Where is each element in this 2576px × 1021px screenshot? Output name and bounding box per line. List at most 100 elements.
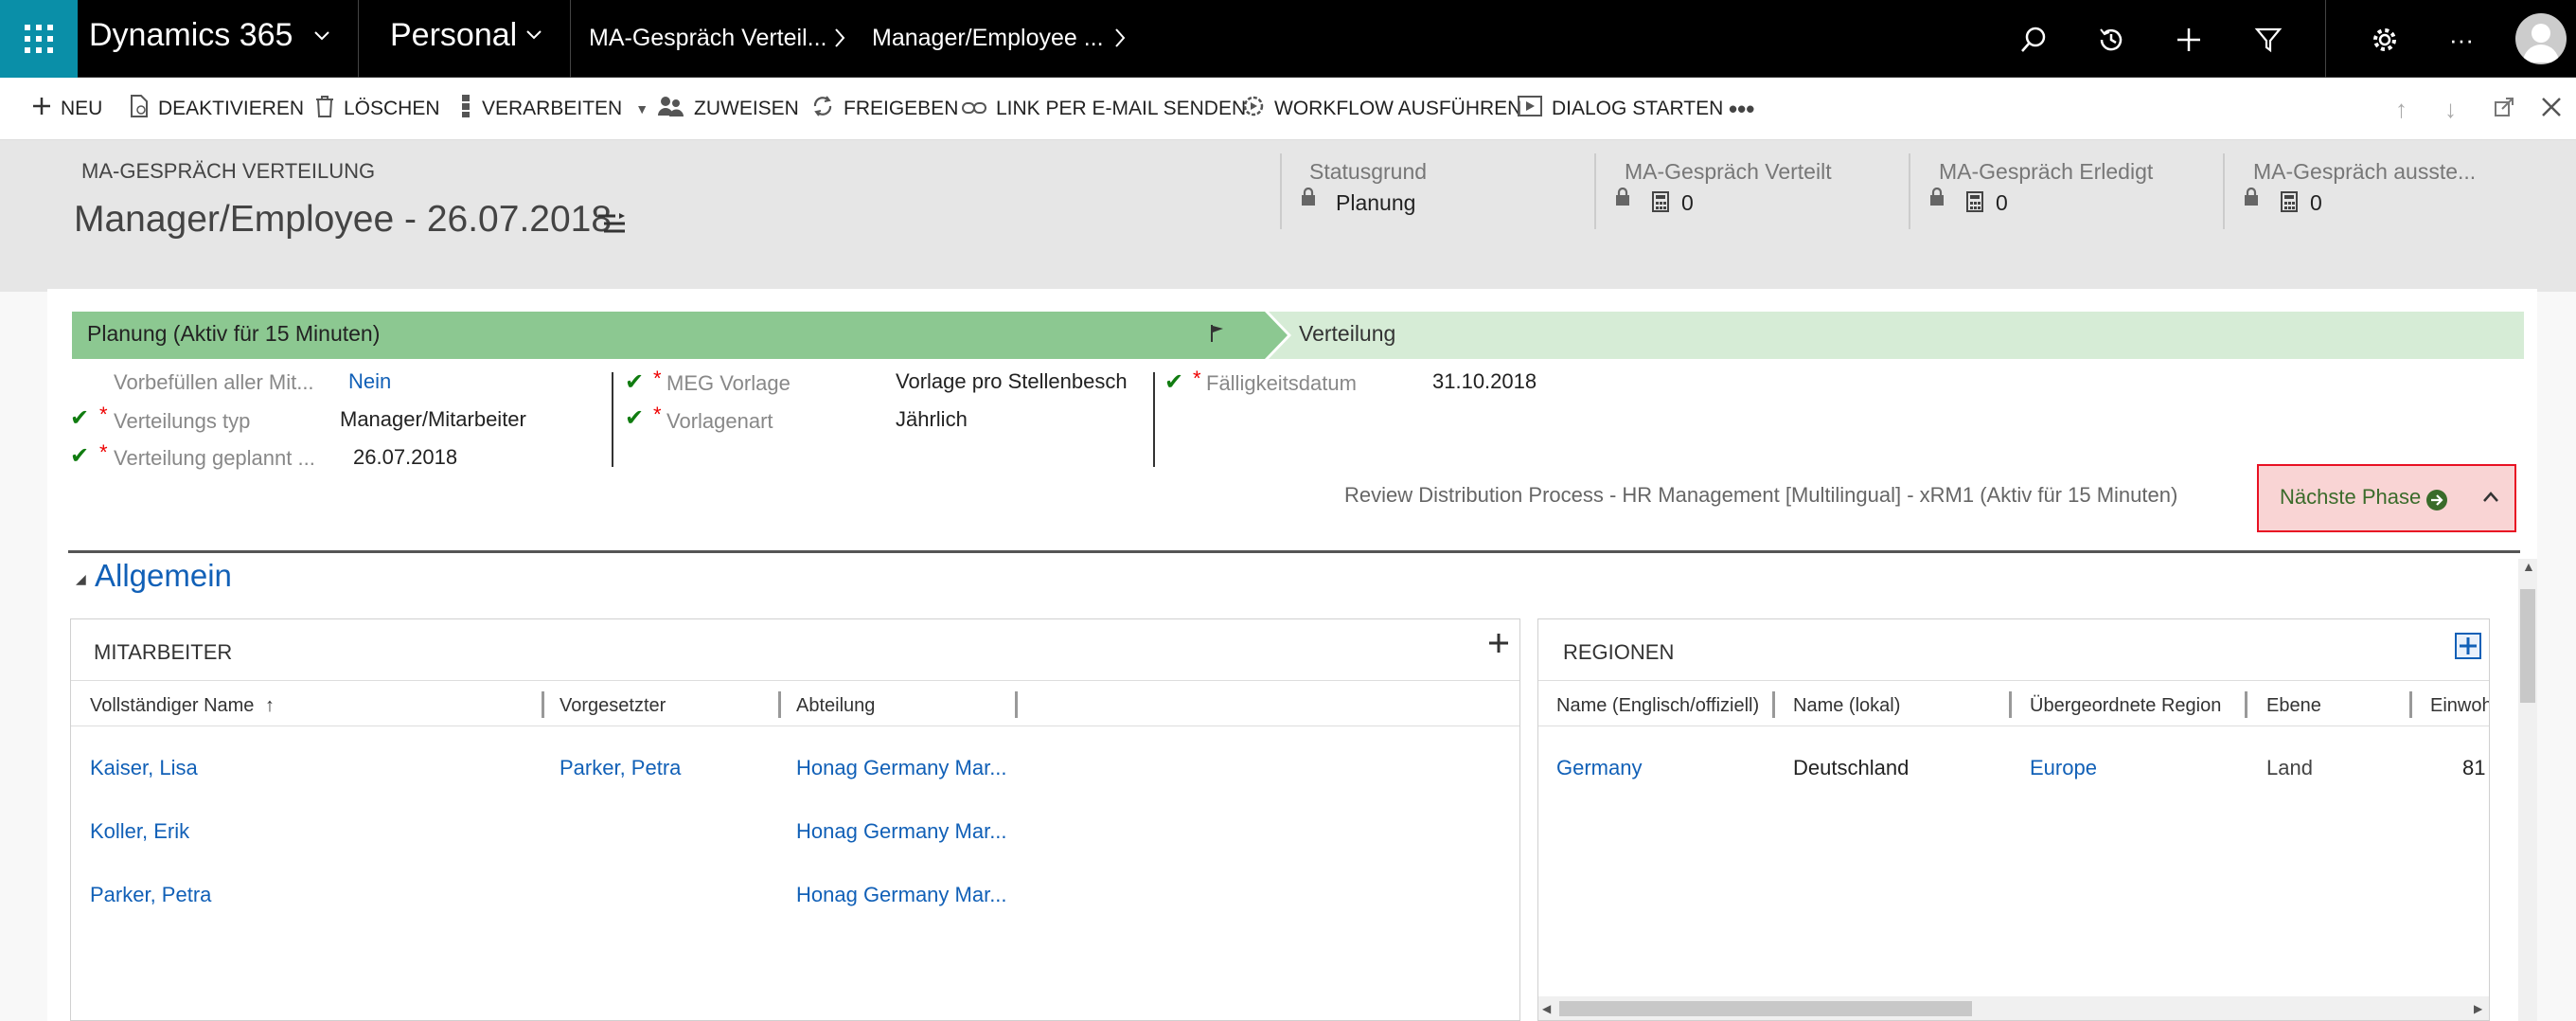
next-phase-button[interactable]: Nächste Phase: [2257, 464, 2516, 532]
deactivate-button[interactable]: DEAKTIVIEREN: [130, 94, 304, 124]
app-title-chevron-icon[interactable]: [312, 25, 331, 51]
app-title[interactable]: Dynamics 365: [89, 17, 293, 54]
column-header-parent-region[interactable]: Übergeordnete Region: [2030, 695, 2221, 717]
start-dialog-button[interactable]: DIALOG STARTEN: [1518, 95, 1723, 123]
breadcrumb-chevron-icon[interactable]: [1113, 27, 1127, 54]
check-icon: ✔: [70, 405, 90, 431]
email-link-button[interactable]: LINK PER E-MAIL SENDEN: [962, 95, 1246, 123]
lock-icon: [1615, 187, 1630, 211]
row-department-link[interactable]: Honag Germany Mar...: [796, 819, 1007, 844]
column-header-level[interactable]: Ebene: [2266, 695, 2321, 717]
share-label: FREIGEBEN: [844, 98, 959, 119]
scroll-right-arrow-icon[interactable]: ▶: [2474, 1002, 2482, 1015]
table-row[interactable]: Parker, Petra Honag Germany Mar...: [71, 860, 1519, 922]
advanced-find-filter-icon[interactable]: [2249, 21, 2287, 59]
scroll-up-arrow-icon[interactable]: ▲: [2522, 559, 2535, 574]
search-icon[interactable]: [2015, 21, 2052, 59]
meg-template-value[interactable]: Vorlage pro Stellenbesch: [896, 369, 1180, 394]
distribution-type-value[interactable]: Manager/Mitarbeiter: [340, 407, 526, 432]
column-resize-handle[interactable]: [2245, 691, 2247, 718]
popout-icon[interactable]: [2494, 97, 2514, 122]
more-options-ellipsis-icon[interactable]: ···: [2443, 21, 2480, 59]
column-resize-handle[interactable]: [542, 691, 544, 718]
prefill-all-value[interactable]: Nein: [348, 369, 391, 394]
add-record-plus-icon[interactable]: [1488, 633, 1509, 658]
column-header-name-english[interactable]: Name (Englisch/offiziell): [1556, 695, 1759, 717]
status-reason-label: Statusgrund: [1309, 159, 1428, 184]
row-full-name-link[interactable]: Kaiser, Lisa: [90, 756, 198, 780]
column-resize-handle[interactable]: [778, 691, 781, 718]
quick-create-plus-icon[interactable]: [2170, 21, 2208, 59]
lock-icon: [1929, 187, 1945, 211]
delete-button[interactable]: LÖSCHEN: [315, 95, 440, 123]
column-resize-handle[interactable]: [2409, 691, 2412, 718]
horizontal-scrollbar-thumb[interactable]: [1559, 1001, 1972, 1016]
table-row[interactable]: Kaiser, Lisa Parker, Petra Honag Germany…: [71, 733, 1519, 796]
row-department-link[interactable]: Honag Germany Mar...: [796, 756, 1007, 780]
nav-divider: [2325, 0, 2326, 78]
deactivate-document-icon: [130, 94, 149, 124]
column-resize-handle[interactable]: [1015, 691, 1018, 718]
breadcrumb-record[interactable]: Manager/Employee ...: [872, 25, 1104, 52]
row-department-link[interactable]: Honag Germany Mar...: [796, 883, 1007, 907]
recent-history-icon[interactable]: [2092, 21, 2130, 59]
status-reason-value: Planung: [1336, 190, 1416, 215]
column-header-name-local[interactable]: Name (lokal): [1793, 695, 1900, 717]
distributed-value: 0: [1681, 190, 1694, 215]
settings-gear-icon[interactable]: [2366, 21, 2404, 59]
table-row[interactable]: Germany Deutschland Europe Land 81: [1538, 733, 2489, 796]
more-commands-ellipsis-icon[interactable]: •••: [1729, 95, 1754, 123]
required-asterisk: *: [99, 403, 108, 426]
scroll-left-arrow-icon[interactable]: ◀: [1542, 1002, 1551, 1015]
start-dialog-label: DIALOG STARTEN: [1552, 98, 1724, 119]
row-region-name-link[interactable]: Germany: [1556, 756, 1642, 780]
new-button[interactable]: NEU: [32, 95, 102, 123]
share-sync-icon: [811, 95, 834, 124]
form-selector-icon[interactable]: [598, 212, 627, 240]
row-full-name-link[interactable]: Parker, Petra: [90, 883, 211, 907]
column-header-full-name[interactable]: Vollständiger Name ↑: [90, 695, 275, 717]
column-header-department[interactable]: Abteilung: [796, 695, 875, 717]
row-manager-link[interactable]: Parker, Petra: [560, 756, 681, 780]
row-population: 81: [2462, 756, 2486, 779]
area-selector[interactable]: Personal: [390, 17, 517, 54]
row-parent-region-link[interactable]: Europe: [2030, 756, 2097, 780]
template-type-value[interactable]: Jährlich: [896, 407, 968, 432]
stage-flag-icon: [1210, 323, 1225, 349]
next-stage-label[interactable]: Verteilung: [1299, 321, 1395, 347]
completed-value: 0: [1996, 190, 2008, 215]
active-stage-label[interactable]: Planung (Aktiv für 15 Minuten): [87, 321, 380, 347]
add-region-plus-icon[interactable]: [2455, 633, 2481, 664]
close-icon[interactable]: [2541, 97, 2562, 122]
distribution-planned-value[interactable]: 26.07.2018: [353, 445, 457, 470]
process-bar-bottom-border: [68, 550, 2520, 553]
breadcrumb-entity[interactable]: MA-Gespräch Verteil...: [589, 25, 826, 52]
table-row[interactable]: Koller, Erik Honag Germany Mar...: [71, 797, 1519, 859]
field-column-divider: [612, 372, 613, 467]
section-title[interactable]: Allgemein: [95, 558, 232, 594]
due-date-value[interactable]: 31.10.2018: [1432, 369, 1537, 394]
column-resize-handle[interactable]: [2009, 691, 2012, 718]
process-dropdown-button[interactable]: VERARBEITEN ▼: [459, 94, 648, 123]
next-record-arrow-icon[interactable]: ↓: [2444, 95, 2457, 124]
column-resize-handle[interactable]: [1772, 691, 1775, 718]
area-chevron-icon[interactable]: [524, 25, 543, 48]
app-launcher-waffle-icon[interactable]: [0, 0, 78, 78]
run-workflow-button[interactable]: WORKFLOW AUSFÜHREN: [1242, 95, 1521, 123]
meg-template-label: MEG Vorlage: [666, 371, 791, 395]
row-full-name-link[interactable]: Koller, Erik: [90, 819, 189, 844]
process-label: VERARBEITEN: [482, 98, 623, 119]
process-name: Review Distribution Process - HR Managem…: [1344, 483, 2178, 507]
collapse-chevron-icon[interactable]: [2482, 491, 2499, 509]
share-button[interactable]: FREIGEBEN: [811, 95, 958, 123]
page-scrollbar-thumb[interactable]: [2520, 589, 2535, 703]
regions-horizontal-scrollbar[interactable]: ◀ ▶: [1538, 996, 2489, 1020]
previous-record-arrow-icon[interactable]: ↑: [2395, 95, 2407, 124]
column-header-population[interactable]: Einwoh: [2430, 695, 2489, 717]
section-collapse-icon[interactable]: ◢: [76, 571, 86, 587]
user-avatar-icon[interactable]: [2515, 13, 2567, 64]
assign-button[interactable]: ZUWEISEN: [658, 95, 799, 123]
column-header-manager[interactable]: Vorgesetzter: [560, 695, 666, 717]
check-icon: ✔: [625, 405, 645, 431]
page-scrollbar[interactable]: ▲: [2518, 559, 2537, 1021]
